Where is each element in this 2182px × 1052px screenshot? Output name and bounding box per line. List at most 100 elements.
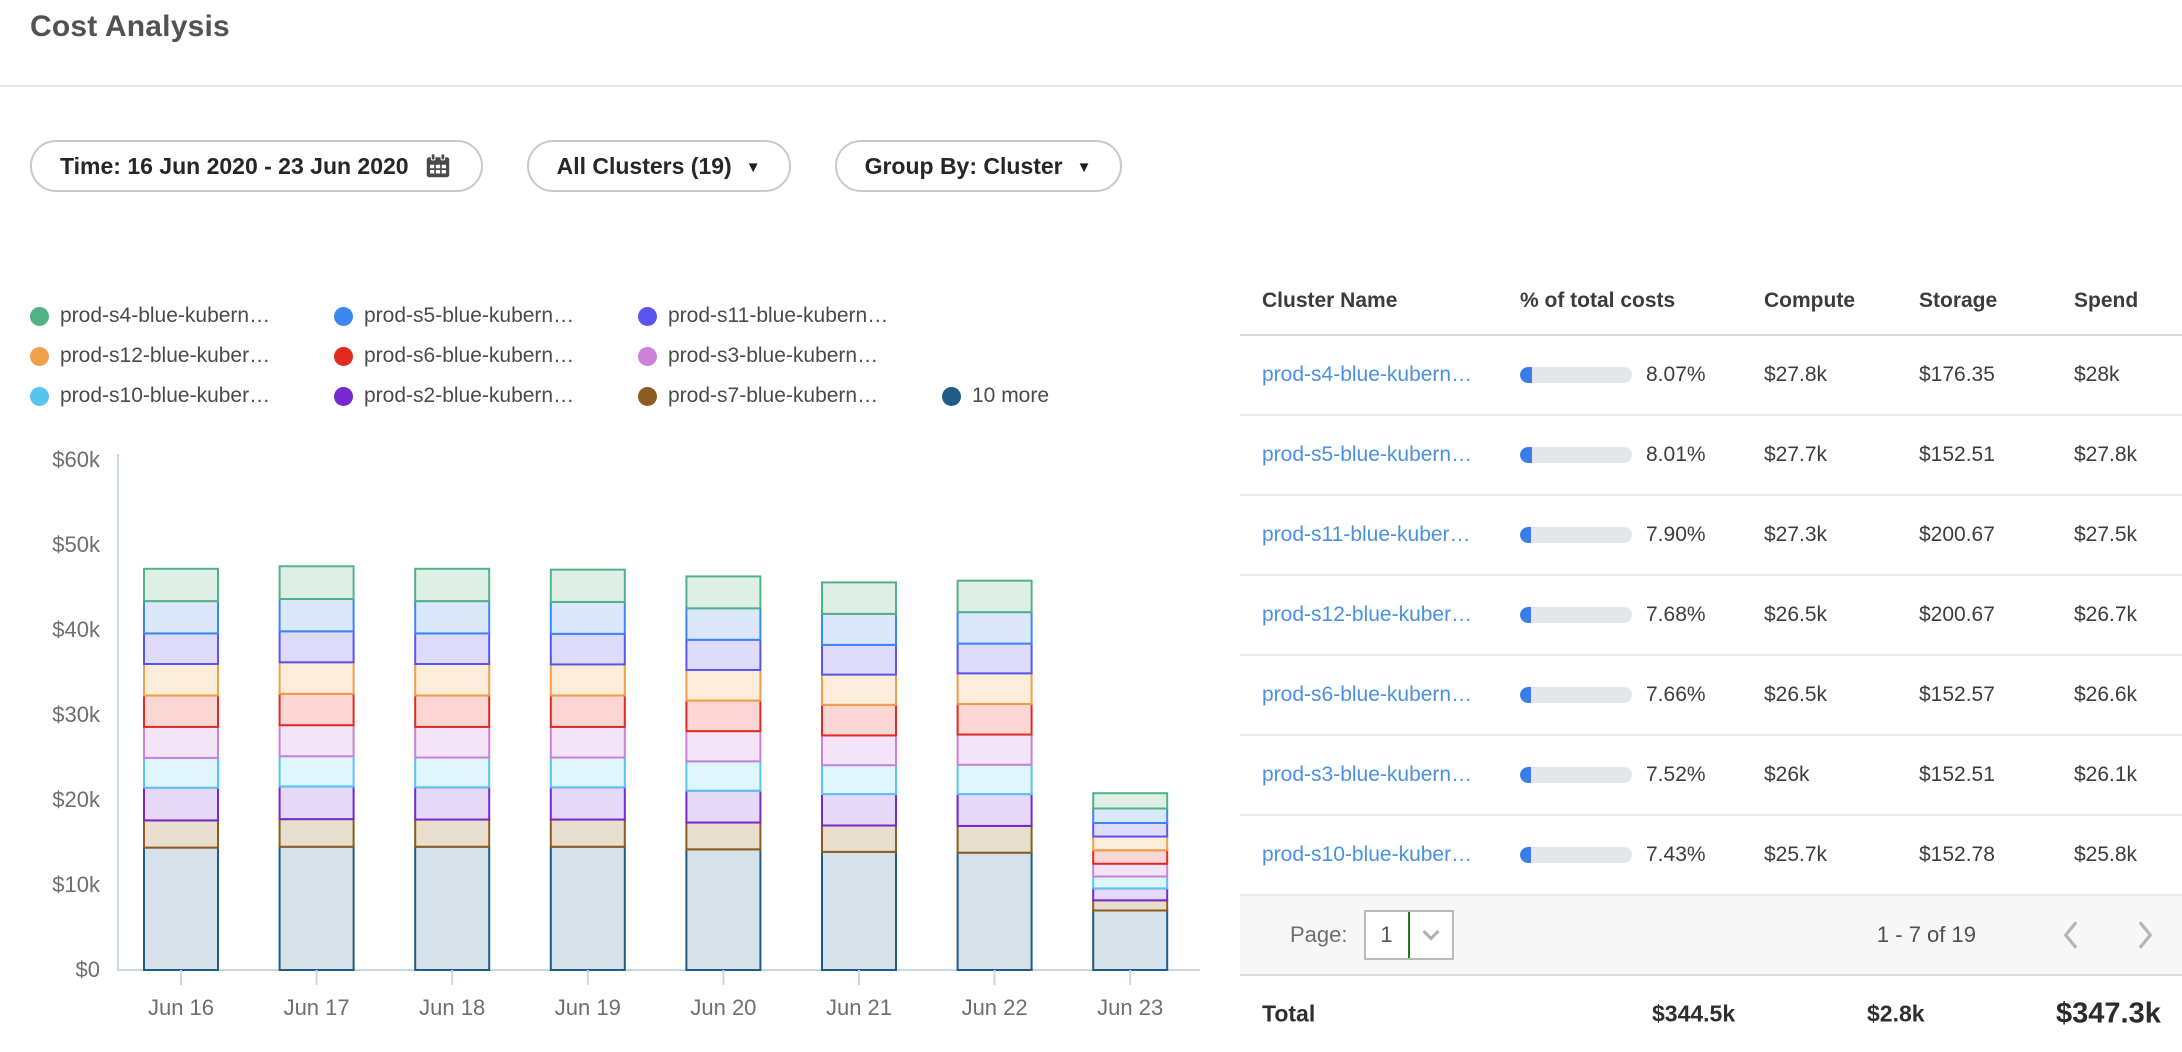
group-by-label: Group By: Cluster [865,153,1063,180]
legend-item[interactable]: prod-s7-blue-kubern… [638,376,942,416]
pct-progress-fill [1520,527,1531,543]
chevron-down-icon [1410,912,1452,958]
svg-text:Jun 23: Jun 23 [1097,995,1163,1020]
legend-item-label: 10 more [972,384,1049,408]
svg-text:Jun 16: Jun 16 [148,995,214,1020]
column-header-storage: Storage [1910,289,2065,313]
cluster-name-link[interactable]: prod-s5-blue-kubern… [1262,443,1472,466]
pct-progress-track [1520,607,1632,623]
spend-cell: $25.8k [2065,843,2182,867]
next-page-button[interactable] [2132,918,2158,952]
cost-analysis-page: Cost Analysis Time: 16 Jun 2020 - 23 Jun… [0,0,2182,1052]
table-row: prod-s6-blue-kubern… 7.66% $26.5k $152.5… [1240,656,2182,736]
compute-cost-cell: $26.5k [1750,683,1910,707]
cluster-name-link[interactable]: prod-s11-blue-kuber… [1262,523,1471,546]
pct-progress-track [1520,527,1632,543]
table-body: prod-s4-blue-kubern… 8.07% $27.8k $176.3… [1240,336,2182,896]
legend-item-label: prod-s11-blue-kubern… [668,304,888,328]
legend-item-label: prod-s12-blue-kuber… [60,344,270,368]
pct-value: 7.43% [1646,843,1706,867]
series-color-dot [942,387,961,406]
pct-progress-track [1520,447,1632,463]
storage-cost-cell: $200.67 [1910,523,2065,547]
table-row: prod-s11-blue-kuber… 7.90% $27.3k $200.6… [1240,496,2182,576]
legend-item-label: prod-s4-blue-kubern… [60,304,270,328]
series-color-dot [30,347,49,366]
legend-item-label: prod-s6-blue-kubern… [364,344,574,368]
clusters-filter-dropdown[interactable]: All Clusters (19) ▼ [527,140,791,192]
svg-text:$60k: $60k [52,447,101,472]
pct-progress-fill [1520,687,1531,703]
legend-item[interactable]: prod-s4-blue-kubern… [30,296,334,336]
table-row: prod-s5-blue-kubern… 8.01% $27.7k $152.5… [1240,416,2182,496]
storage-cost-cell: $152.57 [1910,683,2065,707]
legend-item[interactable]: prod-s11-blue-kubern… [638,296,942,336]
chevron-down-icon: ▼ [1077,159,1092,176]
prev-page-button[interactable] [2058,918,2084,952]
legend-item-label: prod-s5-blue-kubern… [364,304,574,328]
cluster-name-link[interactable]: prod-s4-blue-kubern… [1262,363,1472,386]
svg-text:Jun 21: Jun 21 [826,995,892,1020]
total-storage-value: $2.8k [1867,1001,1925,1028]
svg-text:$20k: $20k [52,787,101,812]
pct-progress-track [1520,687,1632,703]
pct-progress-track [1520,767,1632,783]
total-compute-value: $344.5k [1652,1001,1735,1028]
page-select[interactable]: 1 [1364,910,1454,960]
svg-text:$30k: $30k [52,702,101,727]
svg-text:Jun 20: Jun 20 [690,995,756,1020]
table-total-row: Total $344.5k $2.8k $347.3k [1240,976,2182,1052]
svg-text:$40k: $40k [52,617,101,642]
storage-cost-cell: $152.51 [1910,443,2065,467]
series-color-dot [334,347,353,366]
stacked-bar-chart: $60k$50k$40k$30k$20k$10k$0Jun 16Jun 17Ju… [0,440,1220,1052]
series-color-dot [30,387,49,406]
cluster-cost-table: Cluster Name % of total costs Compute St… [1240,268,2182,1052]
svg-text:Jun 22: Jun 22 [962,995,1028,1020]
compute-cost-cell: $27.3k [1750,523,1910,547]
cluster-name-link[interactable]: prod-s12-blue-kuber… [1262,603,1472,626]
time-range-filter[interactable]: Time: 16 Jun 2020 - 23 Jun 2020 [30,140,483,192]
pct-progress-fill [1520,607,1531,623]
series-color-dot [30,307,49,326]
pct-progress-track [1520,847,1632,863]
legend-item[interactable]: prod-s3-blue-kubern… [638,336,942,376]
cluster-name-link[interactable]: prod-s10-blue-kuber… [1262,843,1472,866]
pct-value: 8.01% [1646,443,1706,467]
compute-cost-cell: $27.7k [1750,443,1910,467]
pct-value: 7.90% [1646,523,1706,547]
page-title: Cost Analysis [30,10,230,44]
chevron-down-icon: ▼ [746,159,761,176]
cluster-name-link[interactable]: prod-s3-blue-kubern… [1262,763,1472,786]
pct-progress-fill [1520,847,1531,863]
clusters-filter-label: All Clusters (19) [557,153,732,180]
column-header-spend: Spend [2065,289,2182,313]
spend-cell: $26.1k [2065,763,2182,787]
pct-progress-fill [1520,767,1531,783]
storage-cost-cell: $152.51 [1910,763,2065,787]
storage-cost-cell: $152.78 [1910,843,2065,867]
legend-item[interactable]: prod-s5-blue-kubern… [334,296,638,336]
storage-cost-cell: $200.67 [1910,603,2065,627]
pct-value: 7.68% [1646,603,1706,627]
cluster-name-link[interactable]: prod-s6-blue-kubern… [1262,683,1472,706]
group-by-dropdown[interactable]: Group By: Cluster ▼ [835,140,1122,192]
legend-item[interactable]: prod-s6-blue-kubern… [334,336,638,376]
spend-cell: $26.7k [2065,603,2182,627]
table-row: prod-s10-blue-kuber… 7.43% $25.7k $152.7… [1240,816,2182,896]
column-header-pct-of-total: % of total costs [1520,289,1750,313]
legend-item[interactable]: 10 more [942,376,1049,416]
spend-cell: $27.5k [2065,523,2182,547]
table-row: prod-s3-blue-kubern… 7.52% $26k $152.51 … [1240,736,2182,816]
series-color-dot [334,387,353,406]
compute-cost-cell: $27.8k [1750,363,1910,387]
legend-item[interactable]: prod-s2-blue-kubern… [334,376,638,416]
legend-item[interactable]: prod-s10-blue-kuber… [30,376,334,416]
series-color-dot [334,307,353,326]
legend-item[interactable]: prod-s12-blue-kuber… [30,336,334,376]
svg-text:$0: $0 [76,957,100,982]
legend-item-label: prod-s3-blue-kubern… [668,344,878,368]
table-row: prod-s12-blue-kuber… 7.68% $26.5k $200.6… [1240,576,2182,656]
chart-legend: prod-s4-blue-kubern… prod-s5-blue-kubern… [30,296,1240,416]
column-header-cluster-name: Cluster Name [1240,289,1520,313]
